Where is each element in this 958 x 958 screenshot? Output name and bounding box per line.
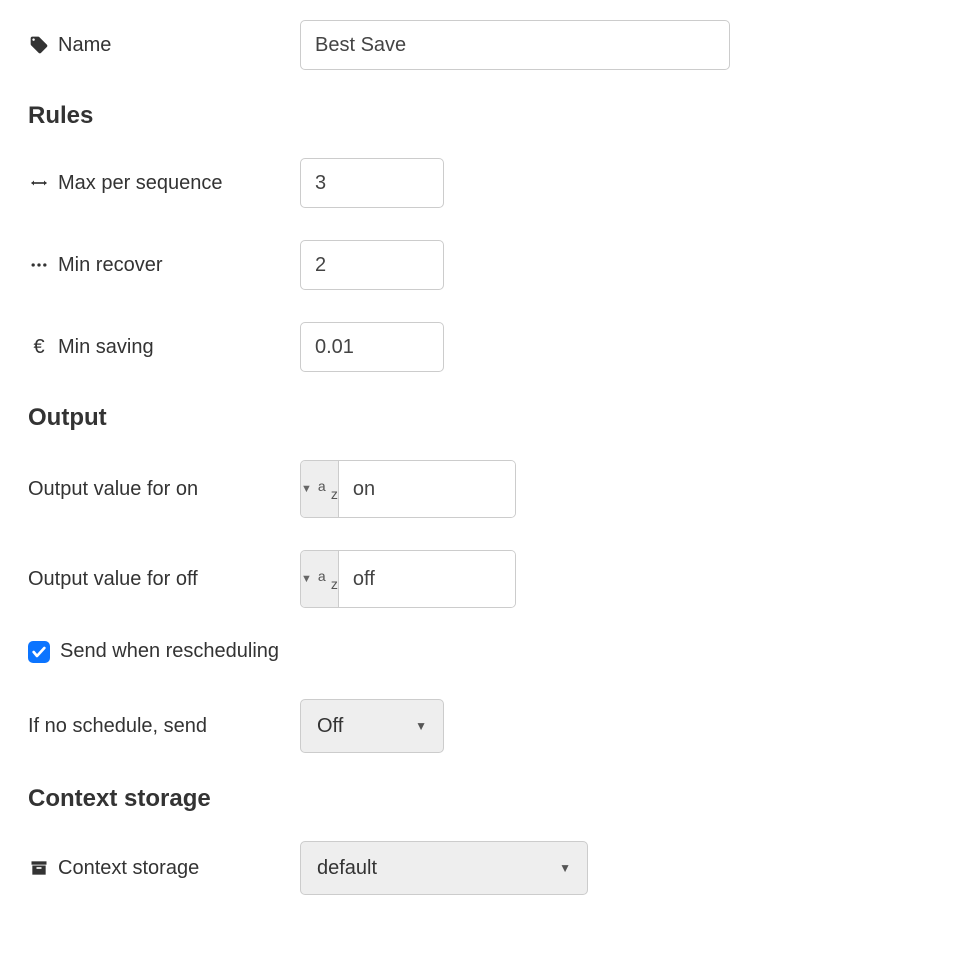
min-recover-input[interactable] xyxy=(300,240,444,290)
min-saving-label: Min saving xyxy=(58,336,154,359)
tag-icon xyxy=(28,35,50,55)
if-no-schedule-label: If no schedule, send xyxy=(28,715,207,738)
max-per-sequence-input[interactable] xyxy=(300,158,444,208)
euro-icon: € xyxy=(28,336,50,359)
min-recover-row: Min recover xyxy=(28,240,930,290)
caret-down-icon: ▼ xyxy=(559,861,571,875)
min-recover-label-cell: Min recover xyxy=(28,254,300,277)
output-off-typed-input: ▼ az xyxy=(300,550,516,608)
send-when-rescheduling-checkbox[interactable] xyxy=(28,641,50,663)
output-off-value-input[interactable] xyxy=(339,551,516,607)
arrows-horizontal-icon xyxy=(28,173,50,193)
if-no-schedule-label-cell: If no schedule, send xyxy=(28,715,300,738)
min-recover-label: Min recover xyxy=(58,254,162,277)
output-on-typed-input: ▼ az xyxy=(300,460,516,518)
caret-down-icon: ▼ xyxy=(301,483,312,495)
if-no-schedule-value: Off xyxy=(317,715,343,738)
caret-down-icon: ▼ xyxy=(301,573,312,585)
send-when-rescheduling-label: Send when rescheduling xyxy=(60,640,279,663)
output-off-label: Output value for off xyxy=(28,568,198,591)
name-row: Name xyxy=(28,20,930,70)
name-input[interactable] xyxy=(300,20,730,70)
output-off-label-cell: Output value for off xyxy=(28,568,300,591)
name-label: Name xyxy=(58,34,111,57)
output-on-label: Output value for on xyxy=(28,478,198,501)
max-per-sequence-label: Max per sequence xyxy=(58,172,223,195)
output-on-value-input[interactable] xyxy=(339,461,516,517)
if-no-schedule-row: If no schedule, send Off ▼ xyxy=(28,699,930,753)
send-when-rescheduling-row: Send when rescheduling xyxy=(28,640,930,663)
rules-heading: Rules xyxy=(28,102,930,130)
output-off-row: Output value for off ▼ az xyxy=(28,550,930,608)
archive-icon xyxy=(28,858,50,878)
output-on-type-button[interactable]: ▼ az xyxy=(301,461,339,517)
output-on-label-cell: Output value for on xyxy=(28,478,300,501)
min-saving-input[interactable] xyxy=(300,322,444,372)
min-saving-label-cell: € Min saving xyxy=(28,336,300,359)
output-off-type-button[interactable]: ▼ az xyxy=(301,551,339,607)
max-per-sequence-row: Max per sequence xyxy=(28,158,930,208)
dots-icon xyxy=(28,255,50,275)
name-label-cell: Name xyxy=(28,34,300,57)
output-heading: Output xyxy=(28,404,930,432)
context-storage-label: Context storage xyxy=(58,857,199,880)
context-storage-value: default xyxy=(317,857,377,880)
context-storage-heading: Context storage xyxy=(28,785,930,813)
string-type-icon: az xyxy=(318,480,338,498)
output-on-row: Output value for on ▼ az xyxy=(28,460,930,518)
string-type-icon: az xyxy=(318,570,338,588)
context-storage-label-cell: Context storage xyxy=(28,857,300,880)
min-saving-row: € Min saving xyxy=(28,322,930,372)
context-storage-dropdown[interactable]: default ▼ xyxy=(300,841,588,895)
if-no-schedule-dropdown[interactable]: Off ▼ xyxy=(300,699,444,753)
caret-down-icon: ▼ xyxy=(415,719,427,733)
max-per-sequence-label-cell: Max per sequence xyxy=(28,172,300,195)
context-storage-row: Context storage default ▼ xyxy=(28,841,930,895)
